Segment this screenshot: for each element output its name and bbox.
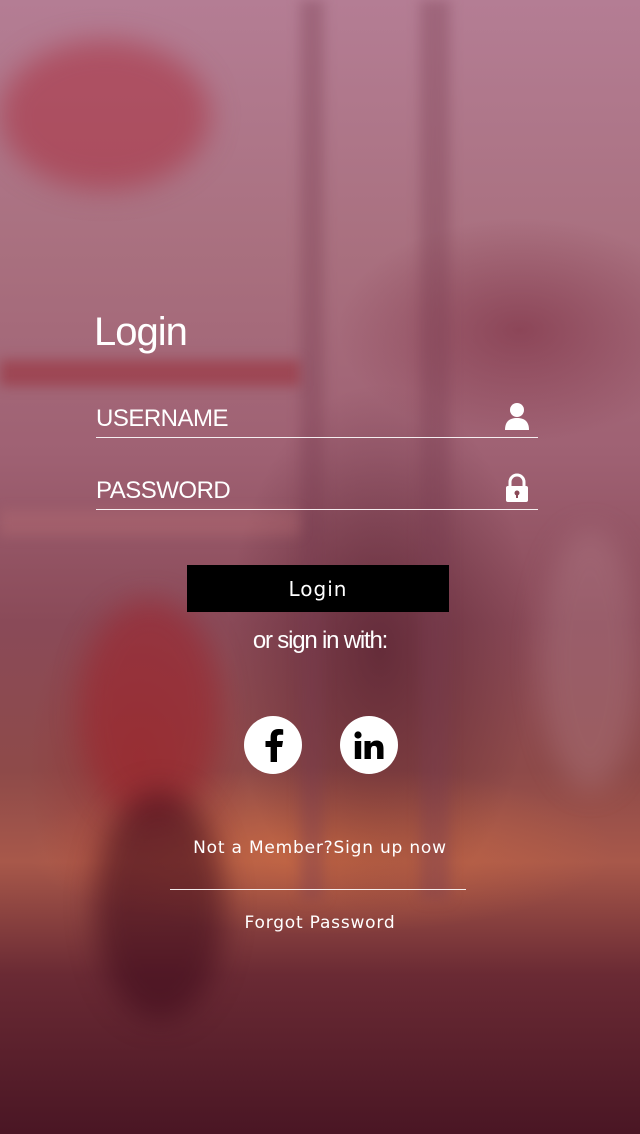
linkedin-icon <box>354 731 384 759</box>
divider <box>170 889 466 890</box>
background-suitcase <box>95 790 225 1020</box>
background-airplane <box>0 40 210 190</box>
facebook-icon <box>260 728 286 762</box>
facebook-button[interactable] <box>244 716 302 774</box>
password-placeholder: PASSWORD <box>96 477 231 504</box>
lock-icon <box>504 473 530 503</box>
background-adult <box>540 530 640 790</box>
background-window-bar <box>0 510 300 536</box>
username-placeholder: USERNAME <box>96 405 229 432</box>
background-window-bar <box>0 360 300 386</box>
password-field[interactable]: PASSWORD <box>96 467 538 510</box>
social-signin-label: or sign in with: <box>252 627 388 654</box>
username-field[interactable]: USERNAME <box>96 395 538 438</box>
forgot-password-link[interactable]: Forgot Password <box>0 913 640 933</box>
background-window-post <box>300 0 324 900</box>
user-icon <box>504 401 530 431</box>
page-title: Login <box>94 310 188 354</box>
login-button[interactable]: Login <box>187 565 449 612</box>
background-window-post <box>420 0 450 900</box>
linkedin-button[interactable] <box>340 716 398 774</box>
signup-link[interactable]: Not a Member?Sign up now <box>0 838 640 858</box>
